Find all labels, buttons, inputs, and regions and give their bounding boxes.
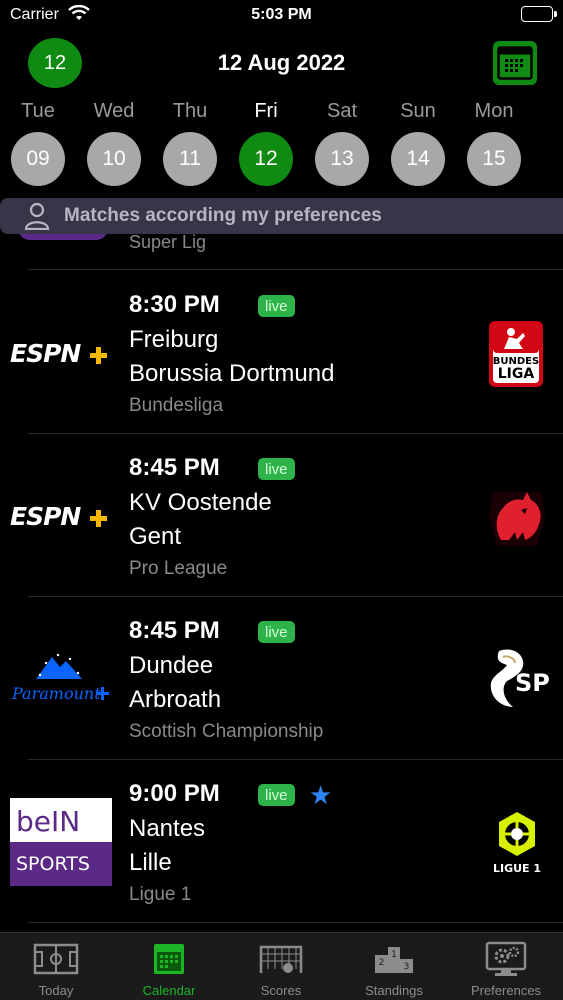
tab-bar: Today Calendar Scores 12 3 Standings Pref… bbox=[0, 932, 563, 1000]
day-name: Sun bbox=[400, 100, 436, 122]
tab-standings[interactable]: 12 3 Standings bbox=[338, 941, 450, 998]
tab-calendar[interactable]: Calendar bbox=[113, 941, 225, 998]
live-badge: live bbox=[258, 295, 295, 317]
day-name: Thu bbox=[172, 100, 208, 122]
preferences-filter-banner[interactable]: Matches according my preferences bbox=[0, 198, 563, 234]
day-wed[interactable]: Wed 10 bbox=[84, 100, 144, 186]
match-row[interactable]: Paramount 8:45 PM live Dundee Arbroath S… bbox=[0, 597, 563, 760]
day-mon[interactable]: Mon 15 bbox=[464, 100, 524, 186]
match-league: Super Lig bbox=[129, 232, 207, 252]
battery-icon bbox=[521, 6, 557, 22]
live-badge: live bbox=[258, 621, 295, 643]
day-number: 12 bbox=[239, 132, 293, 186]
home-team: Nantes bbox=[129, 815, 206, 842]
day-number: 10 bbox=[87, 132, 141, 186]
home-team: KV Oostende bbox=[129, 489, 272, 516]
tab-label: Preferences bbox=[470, 983, 542, 998]
day-selector: Tue 09 Wed 10 Thu 11 Fri 12 Sat 13 Sun 1… bbox=[0, 100, 563, 192]
spfl-logo: SP bbox=[485, 645, 553, 715]
day-number: 09 bbox=[11, 132, 65, 186]
day-number: 15 bbox=[467, 132, 521, 186]
spfl-logo-text: SP bbox=[515, 669, 550, 697]
status-bar: Carrier 5:03 PM bbox=[0, 0, 563, 30]
match-league: Pro League bbox=[129, 558, 228, 579]
tab-preferences[interactable]: Preferences bbox=[450, 941, 562, 998]
tab-label: Standings bbox=[365, 983, 423, 998]
person-icon bbox=[24, 202, 52, 230]
calendar-picker-button[interactable] bbox=[493, 41, 537, 85]
live-badge: live bbox=[258, 784, 295, 806]
settings-monitor-icon bbox=[450, 941, 562, 977]
header-date: 12 Aug 2022 bbox=[217, 50, 346, 75]
match-time: 9:00 PM bbox=[129, 780, 220, 807]
match-row[interactable]: beIN SPORTS 9:00 PM live ★ Nantes Lille … bbox=[0, 760, 563, 923]
calendar-icon bbox=[497, 46, 533, 80]
espn-plus-logo: ESPN bbox=[10, 486, 112, 546]
day-fri[interactable]: Fri 12 bbox=[236, 100, 296, 186]
preferences-banner-text: Matches according my preferences bbox=[64, 205, 382, 226]
day-tue[interactable]: Tue 09 bbox=[8, 100, 68, 186]
header: 12 12 Aug 2022 bbox=[0, 38, 563, 90]
ligue1-logo: LIGUE 1 bbox=[487, 808, 547, 878]
away-team: Arbroath bbox=[129, 686, 222, 713]
home-team: Freiburg bbox=[129, 326, 219, 353]
live-badge: live bbox=[258, 458, 295, 480]
podium-icon: 12 3 bbox=[338, 941, 450, 977]
match-league: Bundesliga bbox=[129, 395, 224, 416]
match-row[interactable]: ESPN 8:30 PM live Freiburg Borussia Dort… bbox=[0, 271, 563, 434]
bein-logo-text: beIN bbox=[16, 805, 80, 838]
match-league: Ligue 1 bbox=[129, 884, 192, 905]
status-time: 5:03 PM bbox=[251, 6, 312, 23]
tab-label: Calendar bbox=[142, 983, 196, 998]
svg-text:ESPN: ESPN bbox=[10, 339, 81, 368]
svg-text:ESPN: ESPN bbox=[10, 502, 81, 531]
day-sat[interactable]: Sat 13 bbox=[312, 100, 372, 186]
tab-today[interactable]: Today bbox=[0, 941, 112, 998]
espn-plus-logo: ESPN bbox=[10, 323, 112, 383]
bein-logo-text: SPORTS bbox=[16, 853, 90, 875]
day-number: 14 bbox=[391, 132, 445, 186]
ligue1-logo-text: LIGUE 1 bbox=[493, 862, 541, 875]
match-row[interactable]: ESPN 8:45 PM live KV Oostende Gent Pro L… bbox=[0, 434, 563, 597]
match-time: 8:30 PM bbox=[129, 291, 220, 318]
tab-label: Today bbox=[38, 983, 74, 998]
calendar-icon bbox=[113, 941, 225, 977]
day-name: Wed bbox=[93, 100, 135, 122]
favorite-star-icon[interactable]: ★ bbox=[309, 782, 332, 808]
day-name: Mon bbox=[474, 100, 514, 122]
day-sun[interactable]: Sun 14 bbox=[388, 100, 448, 186]
goal-net-icon bbox=[225, 941, 337, 977]
paramount-logo-text: Paramount bbox=[11, 684, 101, 703]
match-list: Super Lig ESPN 8:30 PM live Freiburg Bor… bbox=[0, 220, 563, 932]
day-name: Tue bbox=[21, 100, 55, 122]
day-number: 11 bbox=[163, 132, 217, 186]
svg-text:1: 1 bbox=[391, 950, 397, 960]
match-time: 8:45 PM bbox=[129, 617, 220, 644]
match-league: Scottish Championship bbox=[129, 721, 324, 742]
bein-sports-logo: beIN SPORTS bbox=[10, 798, 112, 886]
tab-scores[interactable]: Scores bbox=[225, 941, 337, 998]
svg-text:3: 3 bbox=[404, 962, 410, 972]
bundesliga-logo-text: LIGA bbox=[498, 366, 535, 382]
home-team: Dundee bbox=[129, 652, 214, 679]
pitch-icon bbox=[0, 941, 112, 977]
svg-text:2: 2 bbox=[379, 958, 385, 968]
day-name: Fri bbox=[254, 100, 278, 122]
tab-label: Scores bbox=[260, 983, 302, 998]
match-time: 8:45 PM bbox=[129, 454, 220, 481]
pro-league-logo bbox=[487, 482, 547, 552]
away-team: Lille bbox=[129, 849, 172, 876]
away-team: Gent bbox=[129, 523, 182, 550]
day-thu[interactable]: Thu 11 bbox=[160, 100, 220, 186]
day-number: 13 bbox=[315, 132, 369, 186]
bundesliga-logo: BUNDES LIGA bbox=[487, 319, 547, 389]
paramount-plus-logo: Paramount bbox=[10, 649, 112, 709]
day-name: Sat bbox=[326, 100, 358, 122]
away-team: Borussia Dortmund bbox=[129, 360, 335, 387]
